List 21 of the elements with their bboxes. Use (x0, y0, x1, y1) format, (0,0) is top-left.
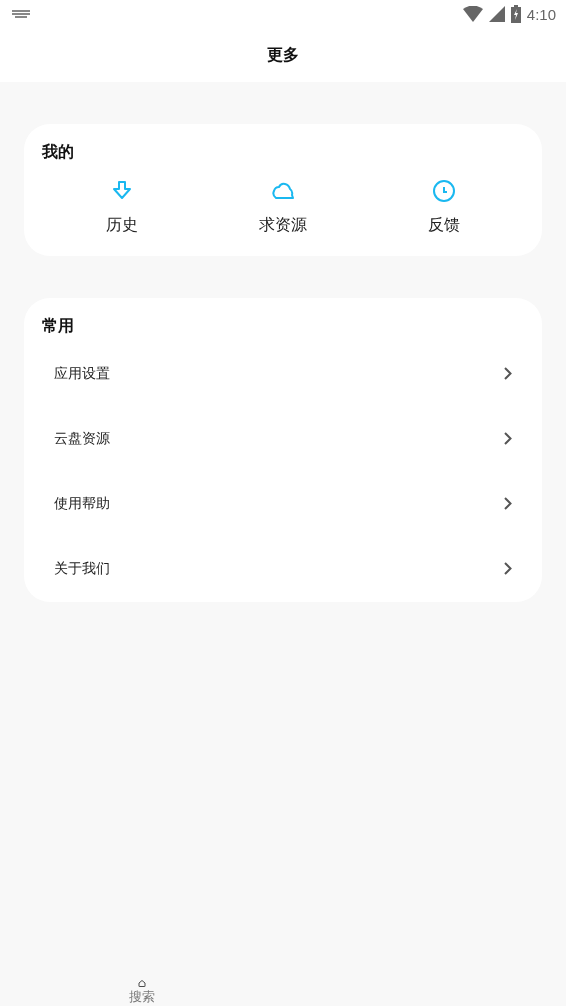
section-title: 我的 (42, 142, 74, 163)
menu-row[interactable]: 应用设置 (42, 341, 524, 406)
battery-icon (510, 5, 521, 23)
menu-row[interactable]: 云盘资源 (42, 406, 524, 471)
chevron-right-icon (504, 367, 512, 380)
chevron-right-icon (504, 432, 512, 445)
chevron-right-icon (504, 562, 512, 575)
page-title: 更多 (267, 44, 299, 66)
clock-icon (431, 179, 456, 203)
shortcut-item[interactable]: 历史 (42, 179, 203, 236)
chevron-right-icon (504, 497, 512, 510)
wifi-icon (462, 6, 483, 22)
section-title: 常用 (42, 316, 74, 337)
shortcut-item[interactable]: 求资源 (202, 179, 364, 236)
keyboard-icon (12, 9, 30, 19)
shortcut-item[interactable]: 反馈 (363, 179, 524, 236)
clock-time: 4:10 (526, 5, 556, 23)
signal-icon (488, 6, 505, 22)
nav-tab[interactable]: 搜索 (0, 960, 283, 1006)
menu-row[interactable]: 使用帮助 (42, 471, 524, 536)
menu-row[interactable]: 关于我们 (42, 536, 524, 601)
